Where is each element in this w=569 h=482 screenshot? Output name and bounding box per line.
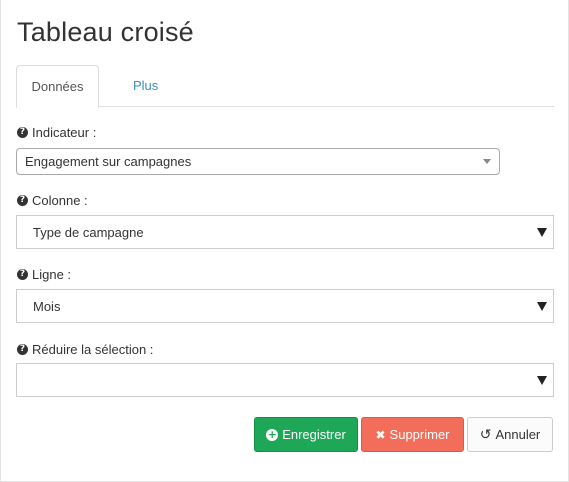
cancel-button-label: Annuler bbox=[495, 427, 541, 442]
colonne-label: Colonne : bbox=[32, 193, 88, 208]
delete-button[interactable]: ✖ Supprimer bbox=[361, 417, 464, 452]
tab-donnees[interactable]: Données bbox=[16, 65, 99, 108]
indicateur-value: Engagement sur campagnes bbox=[25, 154, 192, 169]
cancel-button[interactable]: ↺ Annuler bbox=[467, 417, 553, 452]
tab-plus[interactable]: Plus bbox=[118, 65, 173, 107]
tab-bar: Données Plus bbox=[16, 65, 554, 108]
undo-icon: ↺ bbox=[479, 426, 492, 443]
reduire-label: Réduire la sélection : bbox=[32, 342, 154, 357]
colonne-select[interactable]: Type de campagne bbox=[16, 215, 554, 249]
question-circle-icon[interactable]: ? bbox=[17, 269, 28, 280]
reduire-label-row: ? Réduire la sélection : bbox=[17, 342, 153, 357]
caret-down-icon bbox=[537, 301, 547, 311]
indicateur-label: Indicateur : bbox=[32, 125, 97, 140]
caret-down-icon bbox=[537, 227, 547, 237]
colonne-label-row: ? Colonne : bbox=[17, 193, 88, 208]
caret-down-icon bbox=[537, 375, 547, 385]
delete-button-label: Supprimer bbox=[389, 427, 450, 442]
chevron-down-icon bbox=[483, 159, 491, 164]
plus-circle-icon: + bbox=[266, 427, 279, 441]
ligne-value: Mois bbox=[33, 298, 61, 314]
colonne-value: Type de campagne bbox=[33, 224, 144, 240]
page-title: Tableau croisé bbox=[17, 17, 194, 47]
question-circle-icon[interactable]: ? bbox=[17, 344, 28, 355]
question-circle-icon[interactable]: ? bbox=[17, 195, 28, 206]
times-icon: ✖ bbox=[375, 427, 386, 442]
indicateur-label-row: ? Indicateur : bbox=[17, 125, 96, 140]
save-button-label: Enregistrer bbox=[282, 427, 346, 442]
ligne-label: Ligne : bbox=[32, 267, 72, 282]
ligne-select[interactable]: Mois bbox=[16, 289, 554, 323]
ligne-label-row: ? Ligne : bbox=[17, 267, 71, 282]
question-circle-icon[interactable]: ? bbox=[17, 127, 28, 138]
save-button[interactable]: + Enregistrer bbox=[254, 417, 358, 452]
indicateur-select[interactable]: Engagement sur campagnes bbox=[16, 148, 500, 175]
reduire-select[interactable] bbox=[16, 363, 554, 397]
